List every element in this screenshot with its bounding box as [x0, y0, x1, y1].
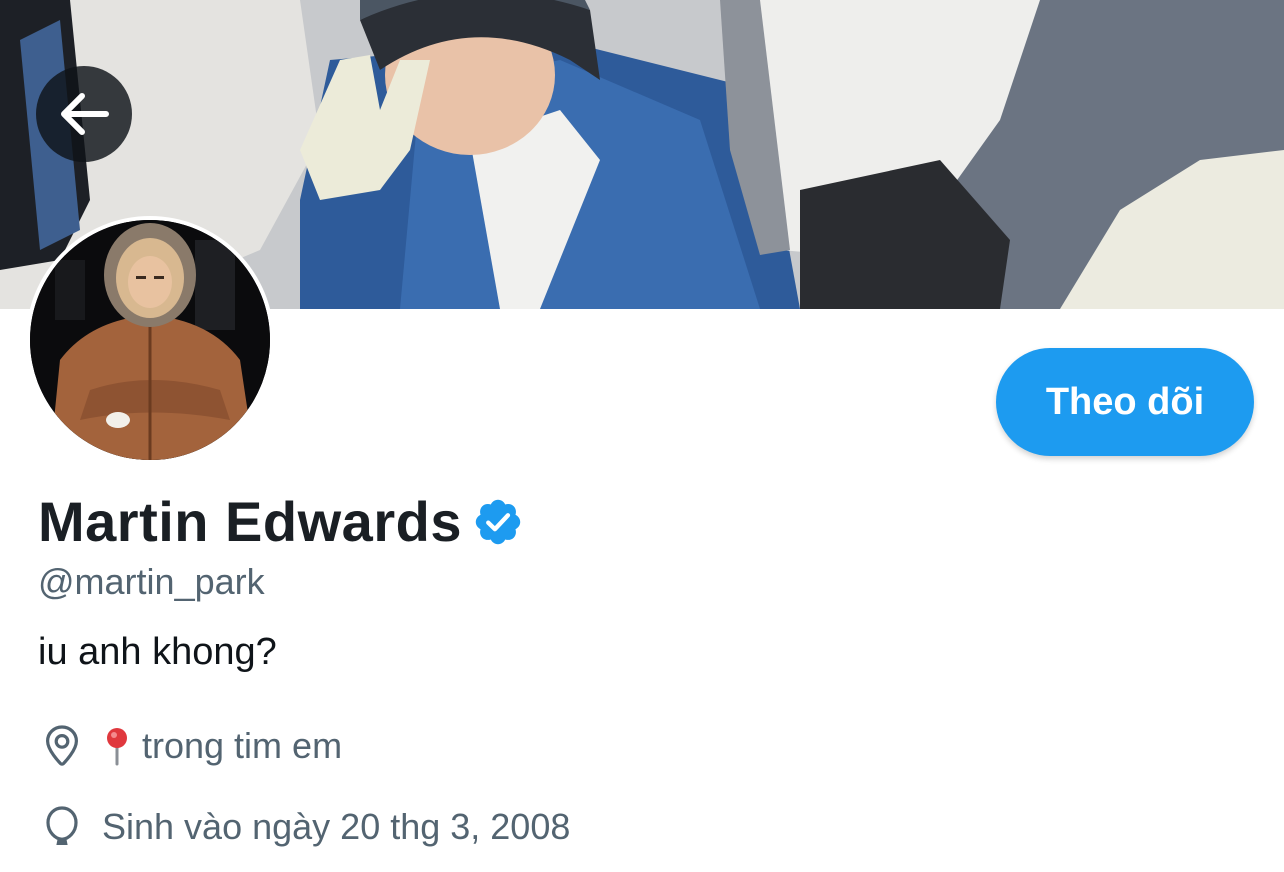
- avatar-image: [30, 220, 270, 460]
- balloon-icon: [38, 803, 86, 851]
- location-pin-icon: [38, 722, 86, 770]
- display-name: Martin Edwards: [38, 490, 462, 553]
- username-handle: @martin_park: [38, 561, 265, 602]
- profile-birthday: Sinh vào ngày 20 thg 3, 2008: [38, 803, 570, 851]
- location-text: trong tim em: [142, 725, 343, 766]
- back-button[interactable]: [36, 66, 132, 162]
- arrow-left-icon: [61, 93, 109, 135]
- profile-page: Theo dõi Martin Edwards @martin_park iu …: [0, 0, 1284, 872]
- profile-location: trong tim em: [38, 722, 342, 770]
- round-pushpin-emoji: [102, 726, 132, 766]
- profile-bio: iu anh khong?: [38, 631, 277, 673]
- birthday-text: Sinh vào ngày 20 thg 3, 2008: [102, 806, 571, 847]
- avatar[interactable]: [26, 216, 274, 464]
- follow-button[interactable]: Theo dõi: [996, 348, 1254, 456]
- verified-badge-icon[interactable]: [472, 496, 524, 548]
- display-name-row: Martin Edwards: [38, 488, 524, 556]
